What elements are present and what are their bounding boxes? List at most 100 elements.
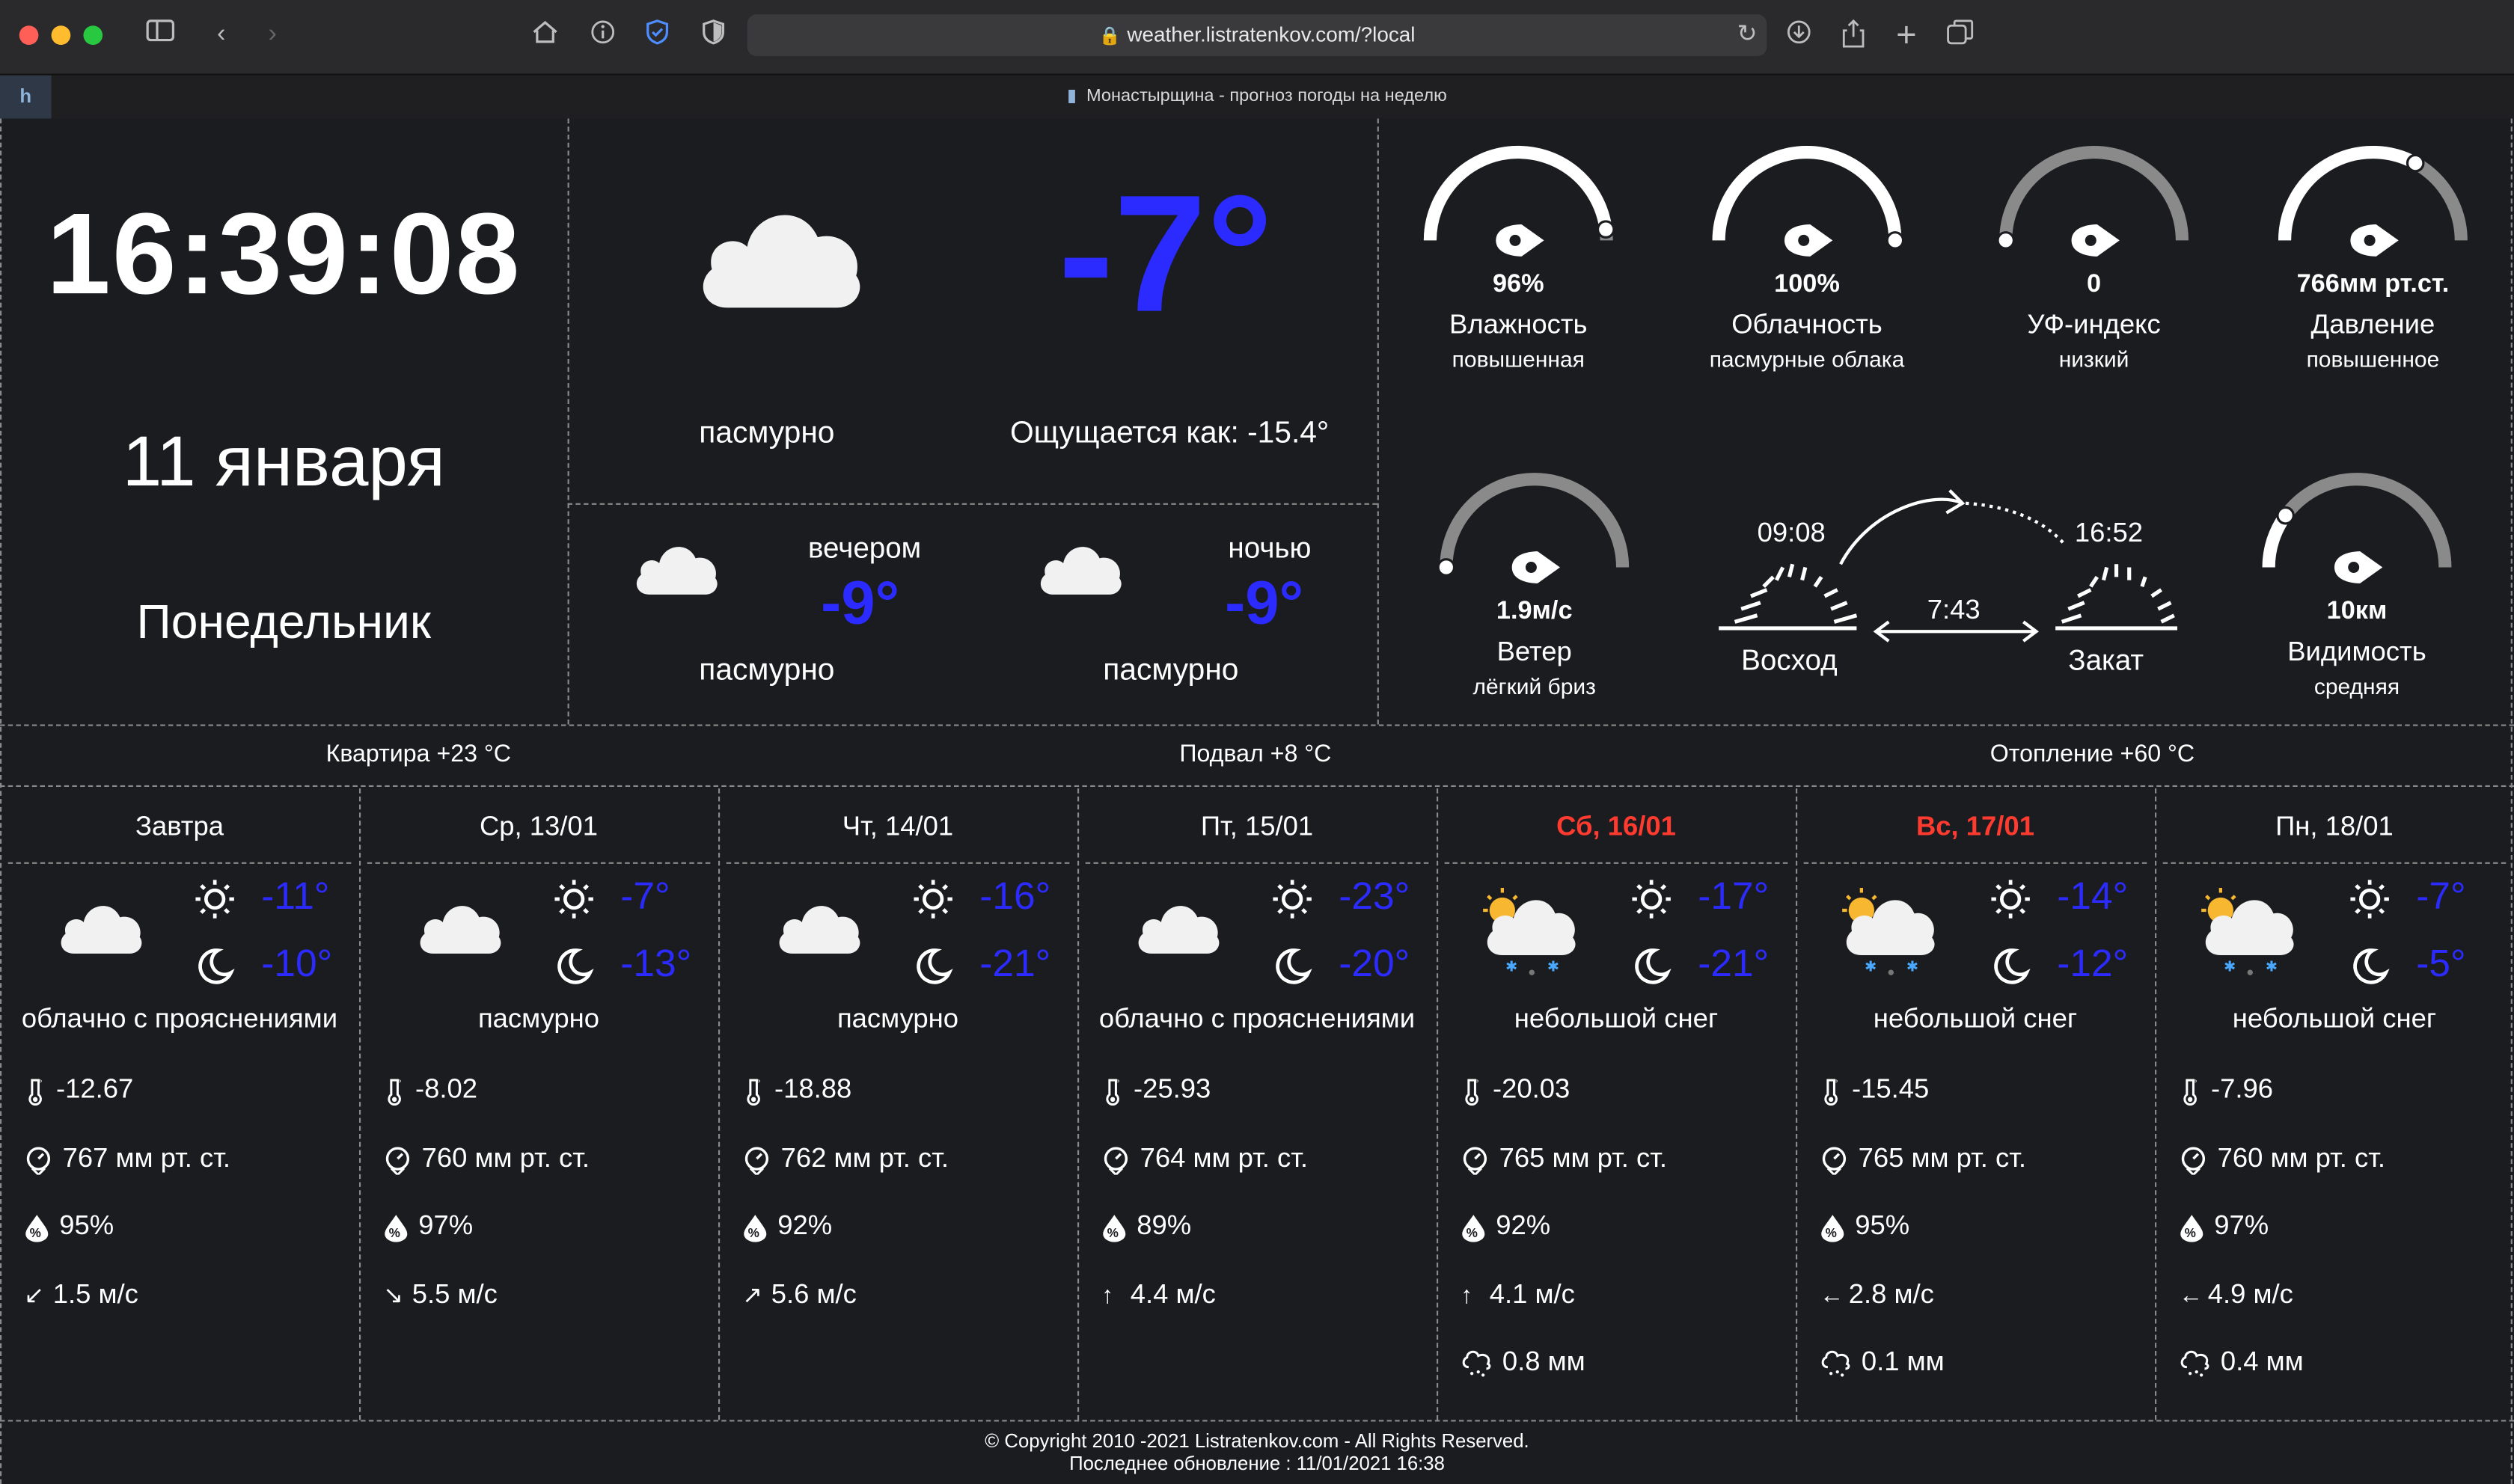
wind-direction-icon: ↘	[383, 1282, 404, 1310]
gauge-pointer-icon	[2334, 551, 2383, 583]
svg-text:✱: ✱	[1906, 959, 1918, 975]
sunset-icon	[2055, 564, 2177, 631]
forecast-day-temp: -14°	[2057, 874, 2129, 919]
forecast-day-temp: -11°	[261, 874, 330, 919]
snow-cloud-icon: ✱ ● ✱	[1839, 885, 1936, 986]
forecast-pressure: 760 мм рт. ст.	[2217, 1142, 2386, 1174]
close-window-button[interactable]	[19, 25, 39, 45]
current-condition: пасмурно	[699, 417, 835, 451]
divider	[1085, 862, 1429, 864]
browser-toolbar: ‹ › 🔒 weather.listratenkov.com/?local ↻ +	[0, 0, 2514, 74]
barometer-icon	[2179, 1143, 2217, 1176]
svg-text:✱: ✱	[2224, 959, 2236, 975]
divider	[1444, 862, 1788, 864]
forecast-day-6: Пн, 18/01 ✱ ● ✱ -7° -5° небольшой снег ° -7.96 76…	[2156, 788, 2513, 1420]
forecast-wind: 5.6 м/с	[771, 1278, 857, 1310]
reload-icon[interactable]: ↻	[1737, 19, 1758, 48]
forecast-wind: 4.4 м/с	[1130, 1278, 1216, 1310]
svg-text:%: %	[748, 1224, 759, 1239]
privacy-shield-icon[interactable]	[697, 19, 730, 52]
divider	[0, 724, 2514, 726]
humidity-icon: %	[2179, 1210, 2214, 1242]
shield-check-icon[interactable]	[641, 19, 673, 52]
minimize-window-button[interactable]	[51, 25, 71, 45]
url-text: weather.listratenkov.com/?local	[1127, 22, 1416, 47]
gauge-label: Ветер	[1496, 636, 1572, 667]
humidity-icon: %	[24, 1210, 59, 1242]
forecast-feels: -15.45	[1852, 1073, 1930, 1105]
gauge-value: 766мм рт.ст.	[2296, 271, 2450, 298]
thermometer-icon: °	[1461, 1074, 1493, 1105]
svg-text:●: ●	[1528, 964, 1535, 978]
download-icon[interactable]	[1783, 19, 1815, 52]
clock-time: 16:39:08	[46, 190, 522, 319]
gauge-pointer-icon	[1784, 224, 1833, 257]
forecast-day-temp: -7°	[620, 874, 670, 919]
night-temp: -9°	[1225, 570, 1304, 638]
day-length: 7:43	[1927, 594, 1981, 625]
forecast-day-title: Вс, 17/01	[1915, 811, 2034, 841]
barometer-icon	[1461, 1143, 1499, 1176]
divider	[1377, 118, 1379, 725]
tab-overview-icon[interactable]	[1945, 19, 1977, 52]
forecast-day-0: Завтра -11° -10° облачно с прояснениями ° -12…	[1, 788, 358, 1420]
forecast-precip: 0.4 мм	[2220, 1346, 2304, 1377]
forecast-day-title: Пн, 18/01	[2275, 811, 2394, 841]
svg-text:●: ●	[1887, 964, 1894, 978]
barometer-icon	[1101, 1143, 1140, 1176]
forecast-wind: 2.8 м/с	[1848, 1278, 1934, 1310]
forecast-day-title: Чт, 14/01	[842, 811, 954, 841]
home-icon[interactable]	[529, 19, 561, 52]
moon-icon	[194, 945, 236, 995]
tab-title: Монастырщина - прогноз погоды на неделю	[1086, 86, 1447, 106]
svg-text:°: °	[1834, 1077, 1838, 1088]
sun-icon	[912, 878, 954, 927]
night-label: ночью	[1228, 532, 1312, 565]
thermometer-icon: °	[2179, 1074, 2211, 1105]
wind-direction-icon: ←	[2179, 1282, 2203, 1310]
svg-text:✱: ✱	[1547, 959, 1559, 975]
humidity-icon: %	[742, 1210, 777, 1242]
forecast-night-temp: -10°	[261, 942, 333, 986]
forecast-pressure: 762 мм рт. ст.	[780, 1142, 949, 1174]
moon-icon	[553, 945, 595, 995]
svg-text:✱: ✱	[1505, 959, 1517, 975]
wind-direction-icon: ↑	[1101, 1282, 1114, 1310]
back-icon[interactable]: ‹	[205, 19, 237, 52]
active-tab[interactable]: ▮ Монастырщина - прогноз погоды на неделю	[0, 76, 2514, 119]
clock-weekday: Понедельник	[136, 596, 432, 649]
svg-text:°: °	[756, 1077, 760, 1088]
forecast-wind: 5.5 м/с	[412, 1278, 498, 1310]
forecast-precip: 0.1 мм	[1861, 1346, 1945, 1377]
feels-like: Ощущается как: -15.4°	[1010, 417, 1330, 451]
forecast-night-temp: -5°	[2416, 942, 2466, 986]
forecast-night-temp: -21°	[979, 942, 1051, 986]
sunset-time: 16:52	[2074, 518, 2144, 548]
divider	[2162, 862, 2507, 864]
info-icon[interactable]	[587, 19, 619, 52]
moon-icon	[1990, 945, 2031, 995]
zoom-window-button[interactable]	[83, 25, 103, 45]
forecast-day-2: Чт, 14/01 -16° -21° пасмурно ° -18.88 762 мм р…	[720, 788, 1076, 1420]
sidebar-icon[interactable]	[144, 19, 177, 52]
new-tab-icon[interactable]: +	[1890, 16, 1922, 52]
sensor-heating: Отопление +60 °С	[1990, 740, 2195, 768]
forecast-day-temp: -16°	[979, 874, 1051, 919]
gauge-pointer-icon	[2071, 224, 2120, 257]
forecast-pressure: 764 мм рт. ст.	[1140, 1142, 1309, 1174]
svg-text:✱: ✱	[2266, 959, 2278, 975]
wind-direction-icon: ←	[1820, 1282, 1844, 1310]
gauge-knob	[1996, 231, 2016, 250]
sun-icon	[1990, 878, 2031, 927]
forward-icon[interactable]: ›	[257, 19, 289, 52]
forecast-humidity: 95%	[59, 1209, 114, 1241]
sun-icon	[1630, 878, 1672, 927]
svg-text:●: ●	[2246, 964, 2254, 978]
share-icon[interactable]	[1838, 19, 1870, 52]
forecast-humidity: 92%	[777, 1209, 833, 1241]
forecast-pressure: 760 мм рт. ст.	[421, 1142, 590, 1174]
sunset-label: Закат	[2068, 644, 2144, 677]
evening-temp: -9°	[821, 570, 900, 638]
moon-icon	[912, 945, 954, 995]
address-bar[interactable]: 🔒 weather.listratenkov.com/?local ↻	[747, 14, 1767, 56]
